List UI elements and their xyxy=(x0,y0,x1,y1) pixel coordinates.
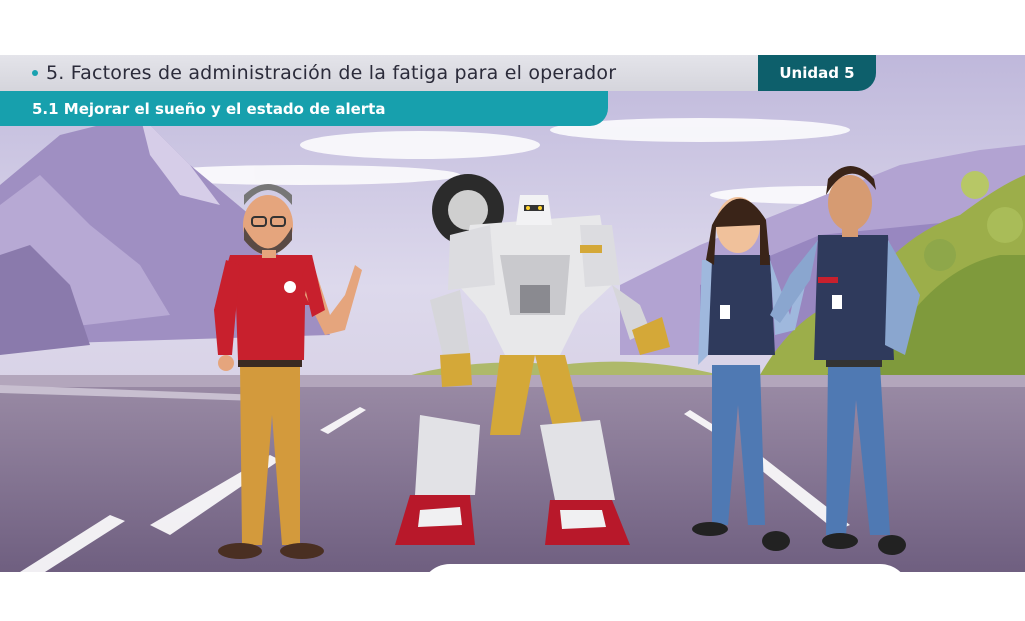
module-title-bar: 5. Factores de administración de la fati… xyxy=(0,55,758,91)
bottom-panel-edge xyxy=(420,564,910,572)
section-subtitle: 5.1 Mejorar el sueño y el estado de aler… xyxy=(32,99,386,118)
section-subtitle-bar: 5.1 Mejorar el sueño y el estado de aler… xyxy=(0,91,608,126)
bullet-icon xyxy=(32,70,38,76)
unit-tab[interactable]: Unidad 5 xyxy=(758,55,876,91)
module-title: 5. Factores de administración de la fati… xyxy=(46,62,617,84)
road-scene-illustration xyxy=(0,55,1025,572)
slide-stage: 5. Factores de administración de la fati… xyxy=(0,55,1025,572)
unit-label: Unidad 5 xyxy=(779,64,855,82)
